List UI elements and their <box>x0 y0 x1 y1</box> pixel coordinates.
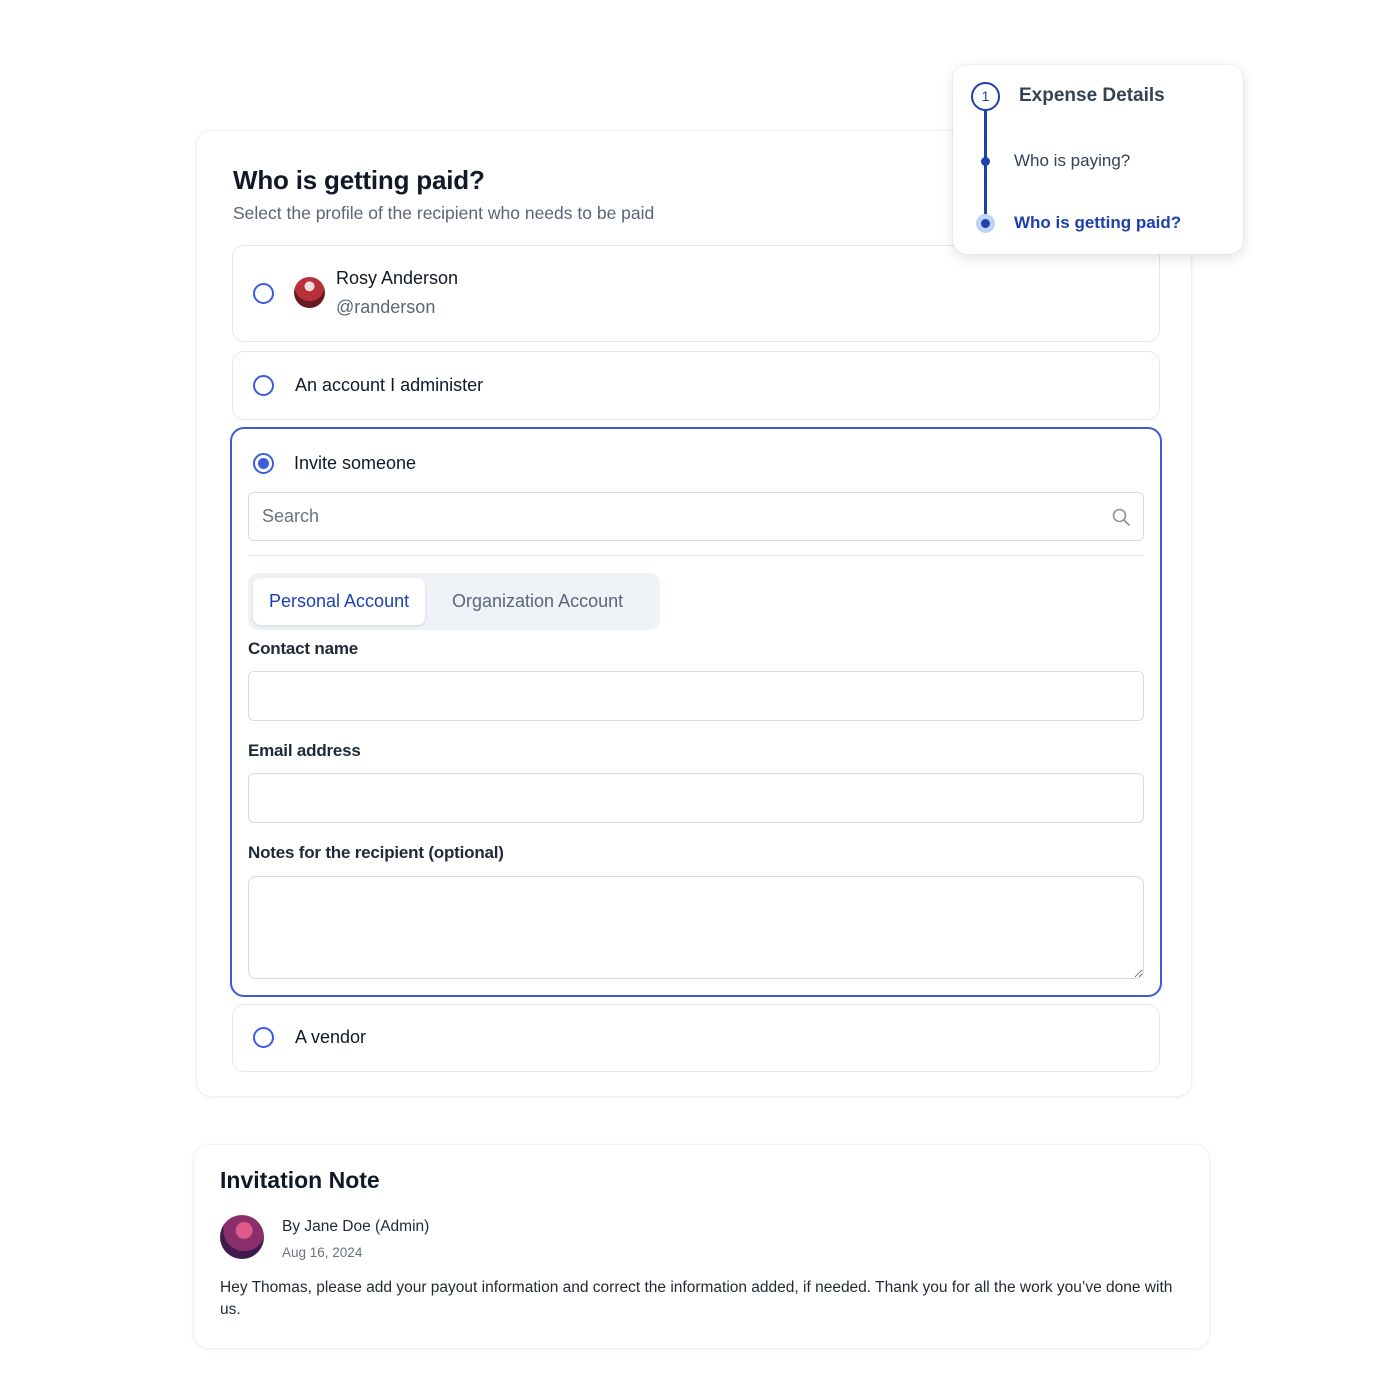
option-vendor[interactable]: A vendor <box>232 1004 1160 1072</box>
option-rosy-anderson[interactable]: Rosy Anderson @randerson <box>232 245 1160 342</box>
profile-name: Rosy Anderson <box>336 268 459 288</box>
option-label: Invite someone <box>294 453 417 473</box>
search-icon[interactable] <box>1111 507 1131 527</box>
step-connector <box>984 111 987 225</box>
step-who-is-paying[interactable]: Who is paying? <box>1014 151 1130 171</box>
email-address-label: Email address <box>248 741 361 760</box>
page-subtitle: Select the profile of the recipient who … <box>233 203 655 223</box>
tab-personal-account[interactable]: Personal Account <box>253 578 426 625</box>
invitation-note-card: Invitation Note By Jane Doe (Admin) Aug … <box>194 1145 1209 1348</box>
step-number-icon: 1 <box>971 82 1000 111</box>
tab-organization-account[interactable]: Organization Account <box>436 578 639 625</box>
step-current-dot-icon <box>976 214 995 233</box>
contact-name-label: Contact name <box>248 639 359 658</box>
radio-rosy-anderson[interactable] <box>253 283 274 304</box>
notes-textarea[interactable] <box>248 876 1144 979</box>
radio-invite-someone[interactable] <box>253 453 274 474</box>
radio-account-i-administer[interactable] <box>253 375 274 396</box>
note-date: Aug 16, 2024 <box>282 1245 363 1260</box>
option-account-i-administer[interactable]: An account I administer <box>232 351 1160 420</box>
profile-handle: @randerson <box>336 297 436 317</box>
note-body: Hey Thomas, please add your payout infor… <box>220 1279 1173 1318</box>
notes-label: Notes for the recipient (optional) <box>248 843 504 862</box>
step-who-is-getting-paid[interactable]: Who is getting paid? <box>1014 213 1181 233</box>
stepper-title: Expense Details <box>1019 85 1165 106</box>
account-type-tabs: Personal Account Organization Account <box>248 573 660 630</box>
avatar <box>220 1215 264 1259</box>
step-dot-icon <box>981 157 990 166</box>
email-field[interactable] <box>248 773 1144 823</box>
recipient-card: Who is getting paid? Select the profile … <box>197 131 1191 1096</box>
option-label: A vendor <box>295 1027 367 1047</box>
option-label: An account I administer <box>295 375 484 395</box>
divider <box>248 555 1144 556</box>
search-field[interactable] <box>248 492 1144 541</box>
search-input[interactable] <box>262 493 1102 540</box>
note-title: Invitation Note <box>220 1167 380 1193</box>
note-author: By Jane Doe (Admin) <box>282 1218 430 1235</box>
page-title: Who is getting paid? <box>233 165 485 195</box>
option-invite-someone[interactable]: Invite someone Personal Account Organiza… <box>230 427 1162 997</box>
expense-stepper: 1 Expense Details Who is paying? Who is … <box>953 65 1243 254</box>
avatar <box>294 277 325 308</box>
contact-name-field[interactable] <box>248 671 1144 721</box>
radio-vendor[interactable] <box>253 1027 274 1048</box>
